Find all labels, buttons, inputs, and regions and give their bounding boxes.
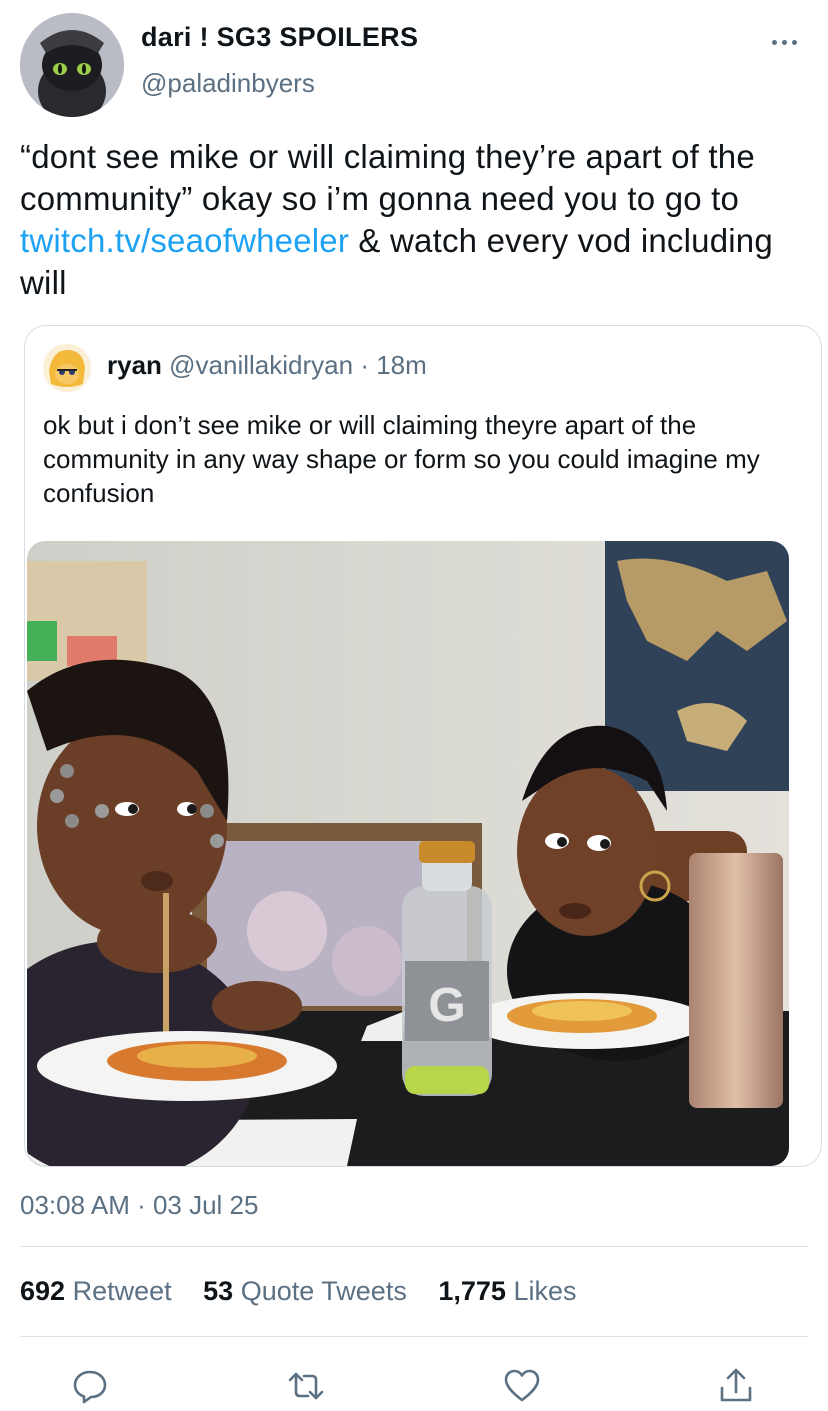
heart-icon[interactable]: [502, 1366, 542, 1406]
tweet-text: “dont see mike or will claiming they’re …: [20, 136, 820, 304]
meme-photo: G: [27, 541, 789, 1166]
quoted-media-image[interactable]: G: [27, 541, 789, 1166]
quoted-header: ryan @vanillakidryan · 18m: [107, 350, 427, 381]
quoted-time: · 18m: [360, 350, 427, 380]
divider: [20, 1336, 808, 1337]
reply-icon[interactable]: [70, 1366, 110, 1406]
tweet-text-before-link: “dont see mike or will claiming they’re …: [20, 138, 755, 217]
quoted-author-handle: @vanillakidryan: [169, 350, 354, 380]
author-display-name[interactable]: dari ! SG3 SPOILERS: [141, 22, 418, 53]
more-horizontal-icon[interactable]: [770, 32, 800, 52]
quote-count-label: Quote Tweets: [240, 1276, 407, 1306]
retweet-count[interactable]: 692 Retweet: [20, 1276, 172, 1306]
quoted-author-avatar-image: [43, 344, 91, 392]
author-handle[interactable]: @paladinbyers: [141, 68, 315, 99]
divider: [20, 1246, 808, 1247]
retweet-icon[interactable]: [286, 1366, 326, 1406]
like-count[interactable]: 1,775 Likes: [438, 1276, 576, 1306]
share-icon[interactable]: [716, 1366, 756, 1406]
retweet-count-value: 692: [20, 1276, 66, 1306]
svg-text:G: G: [428, 979, 465, 1032]
like-count-label: Likes: [513, 1276, 577, 1306]
quoted-author-name: ryan: [107, 350, 162, 380]
retweet-count-label: Retweet: [72, 1276, 172, 1306]
author-avatar[interactable]: [20, 13, 124, 117]
tweet-timestamp[interactable]: 03:08 AM · 03 Jul 25: [20, 1190, 258, 1221]
quoted-tweet-card[interactable]: ryan @vanillakidryan · 18m ok but i don’…: [24, 325, 822, 1167]
quoted-tweet-text: ok but i don’t see mike or will claiming…: [43, 410, 760, 508]
quote-count-value: 53: [203, 1276, 234, 1306]
tweet-link[interactable]: twitch.tv/seaofwheeler: [20, 222, 349, 259]
quote-count[interactable]: 53 Quote Tweets: [203, 1276, 407, 1306]
like-count-value: 1,775: [438, 1276, 506, 1306]
tweet-stats: 692 Retweet 53 Quote Tweets 1,775 Likes: [20, 1276, 600, 1307]
author-avatar-image: [20, 13, 124, 117]
quoted-author-avatar: [43, 344, 91, 392]
